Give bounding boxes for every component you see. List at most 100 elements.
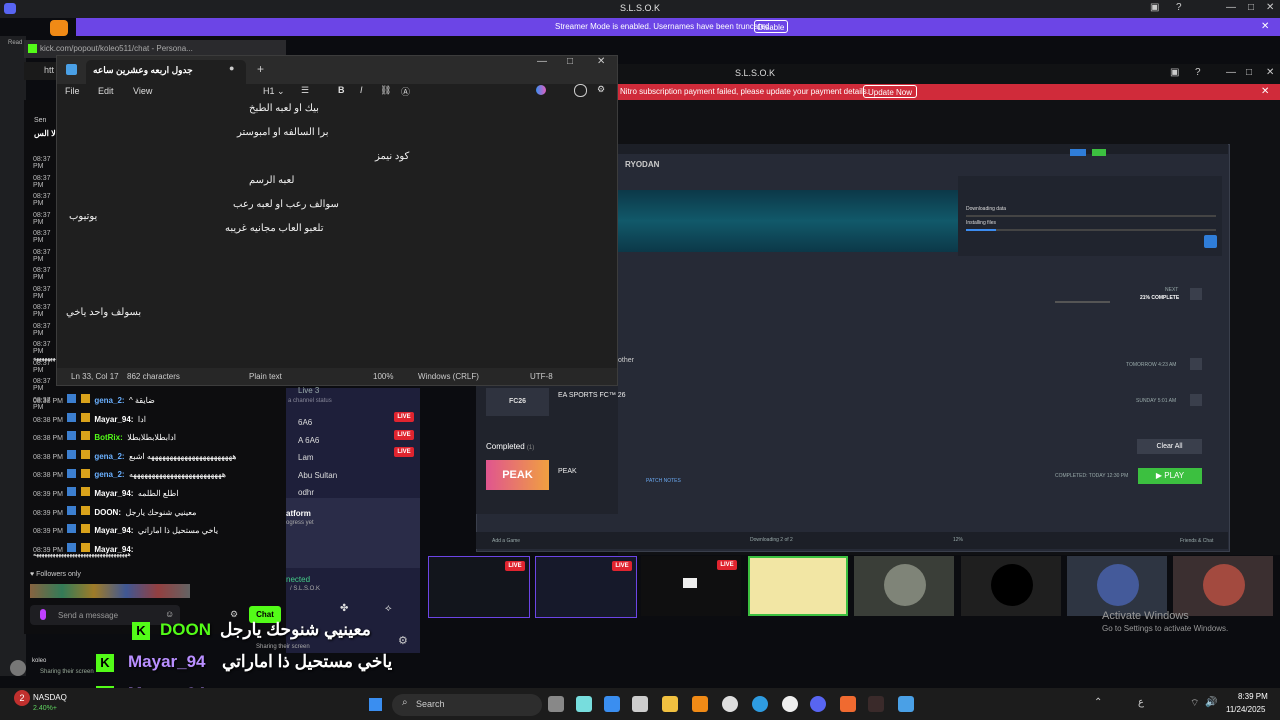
chat-username[interactable]: Mayar_94:: [94, 415, 133, 424]
taskbar-search[interactable]: [392, 694, 542, 716]
chat-timestamp: 08:37 PM: [33, 156, 51, 170]
clock-time[interactable]: 8:39 PM: [1238, 692, 1268, 701]
link-icon[interactable]: ⛓: [380, 85, 391, 96]
settings-icon[interactable]: [782, 696, 798, 712]
new-tab-button[interactable]: +: [257, 62, 264, 76]
clock-date[interactable]: 11/24/2025: [1226, 705, 1265, 714]
inner-inbox-icon[interactable]: ▣: [1170, 67, 1179, 78]
participant-tile-4[interactable]: [1067, 556, 1167, 616]
participant-tile-5[interactable]: [1173, 556, 1273, 616]
ea-fc26-thumbnail[interactable]: FC26: [486, 388, 549, 416]
soundboard-icon[interactable]: ⟡: [385, 603, 392, 614]
stream-thumb-3[interactable]: LIVE: [641, 556, 741, 616]
zoom-level[interactable]: 100%: [373, 372, 393, 381]
inner-maximize-icon[interactable]: □: [1246, 67, 1252, 78]
menu-view[interactable]: View: [133, 86, 152, 96]
copilot-icon[interactable]: [536, 85, 546, 95]
play-button[interactable]: ▶ PLAY: [1138, 468, 1202, 484]
notepad-maximize-icon[interactable]: □: [567, 56, 573, 67]
download-icon-2[interactable]: [1190, 358, 1202, 370]
app-icon-3[interactable]: [632, 696, 648, 712]
voice-member[interactable]: Abu Sultan: [298, 465, 416, 483]
chat-username[interactable]: Mayar_94:: [94, 526, 133, 535]
mic-icon[interactable]: [40, 609, 46, 620]
chat-username[interactable]: gena_2:: [94, 452, 124, 461]
list-icon[interactable]: ☰: [301, 85, 309, 96]
emote-bar[interactable]: [30, 584, 190, 598]
heading-dropdown[interactable]: H1 ⌄: [263, 86, 285, 97]
stream-thumb-2[interactable]: LIVE: [535, 556, 637, 618]
inner-minimize-icon[interactable]: —: [1226, 67, 1236, 78]
stock-name[interactable]: NASDAQ: [33, 693, 67, 702]
chat-username[interactable]: DOON:: [94, 508, 121, 517]
participant-tile-logo[interactable]: [748, 556, 848, 616]
voice-settings-icon[interactable]: ⚙: [398, 634, 408, 647]
close-icon[interactable]: ✕: [1266, 2, 1274, 13]
disable-streamer-mode-button[interactable]: Disable: [754, 20, 788, 33]
profile-avatar[interactable]: [10, 660, 26, 676]
friends-chat-button[interactable]: Friends & Chat: [1180, 538, 1213, 544]
menu-file[interactable]: File: [65, 86, 80, 96]
pause-icon[interactable]: [1204, 235, 1217, 248]
clear-format-icon[interactable]: Ⓐ: [401, 85, 410, 98]
line-ending[interactable]: Windows (CRLF): [418, 372, 479, 381]
file-explorer-icon[interactable]: [662, 696, 678, 712]
notepad-taskbar-icon[interactable]: [898, 696, 914, 712]
app-icon-4[interactable]: [692, 696, 708, 712]
account-icon[interactable]: [574, 84, 587, 97]
volume-icon[interactable]: 🔊: [1205, 697, 1217, 708]
discord-taskbar-icon[interactable]: [810, 696, 826, 712]
wifi-icon[interactable]: ⌔: [1190, 697, 1199, 710]
chat-username[interactable]: Mayar_94:: [94, 489, 133, 498]
nitro-close-icon[interactable]: ✕: [1261, 86, 1269, 97]
app-icon-5[interactable]: [722, 696, 738, 712]
participant-tile-3[interactable]: [961, 556, 1061, 616]
bold-icon[interactable]: B: [338, 85, 345, 95]
activity-icon[interactable]: ✤: [340, 603, 348, 614]
downloading-footer: Downloading 2 of 2: [750, 537, 793, 543]
voice-member[interactable]: 6A6 LIVE: [298, 412, 416, 430]
app-icon-2[interactable]: [604, 696, 620, 712]
voice-member[interactable]: Lam LIVE: [298, 447, 416, 465]
notepad-close-icon[interactable]: ✕: [597, 56, 605, 67]
add-game-button[interactable]: Add a Game: [492, 538, 520, 544]
windows-start-icon[interactable]: [369, 698, 382, 711]
banner-close-icon[interactable]: ✕: [1261, 21, 1269, 32]
menu-edit[interactable]: Edit: [98, 86, 114, 96]
maximize-icon[interactable]: □: [1248, 2, 1254, 13]
participant-tile-2[interactable]: [854, 556, 954, 616]
inbox-icon[interactable]: ▣: [1150, 2, 1159, 13]
browser-url[interactable]: kick.com/popout/koleo511/chat - Persona.…: [40, 44, 193, 53]
tray-lang-icon[interactable]: ع: [1138, 697, 1144, 708]
app-icon-7[interactable]: [868, 696, 884, 712]
notepad-text-area[interactable]: بيك او لعبه الطبخ برا السالفه او امبوستر…: [57, 100, 617, 366]
chat-username[interactable]: BotRix:: [94, 433, 122, 442]
voice-member[interactable]: A 6A6 LIVE: [298, 429, 416, 448]
help-icon[interactable]: ?: [1176, 2, 1182, 13]
tray-chevron-icon[interactable]: ⌃: [1094, 697, 1102, 708]
download-icon[interactable]: [1190, 288, 1202, 300]
update-now-button[interactable]: Update Now: [863, 85, 917, 98]
clear-all-button[interactable]: Clear All: [1137, 439, 1202, 454]
notepad-minimize-icon[interactable]: —: [537, 56, 547, 67]
edge-icon[interactable]: [752, 696, 768, 712]
encoding[interactable]: UTF-8: [530, 372, 553, 381]
patch-notes-link[interactable]: PATCH NOTES: [646, 478, 681, 484]
task-view-icon[interactable]: [548, 696, 564, 712]
emoji-icon[interactable]: ☺: [165, 609, 174, 619]
italic-icon[interactable]: I: [360, 85, 363, 95]
settings-gear-icon[interactable]: ⚙: [230, 609, 238, 620]
notepad-settings-icon[interactable]: ⚙: [597, 84, 605, 95]
format-label[interactable]: Plain text: [249, 372, 282, 381]
inner-close-icon[interactable]: ✕: [1266, 67, 1274, 78]
app-icon-6[interactable]: [840, 696, 856, 712]
stream-thumb-1[interactable]: LIVE: [428, 556, 530, 618]
chat-username[interactable]: gena_2:: [94, 470, 124, 479]
inner-help-icon[interactable]: ?: [1195, 67, 1201, 78]
download-icon-3[interactable]: [1190, 394, 1202, 406]
peak-thumbnail[interactable]: PEAK: [486, 460, 549, 490]
app-icon-1[interactable]: [576, 696, 592, 712]
chat-username[interactable]: gena_2:: [94, 396, 124, 405]
minimize-icon[interactable]: —: [1226, 2, 1236, 13]
unsaved-dot-icon[interactable]: ●: [229, 63, 234, 73]
